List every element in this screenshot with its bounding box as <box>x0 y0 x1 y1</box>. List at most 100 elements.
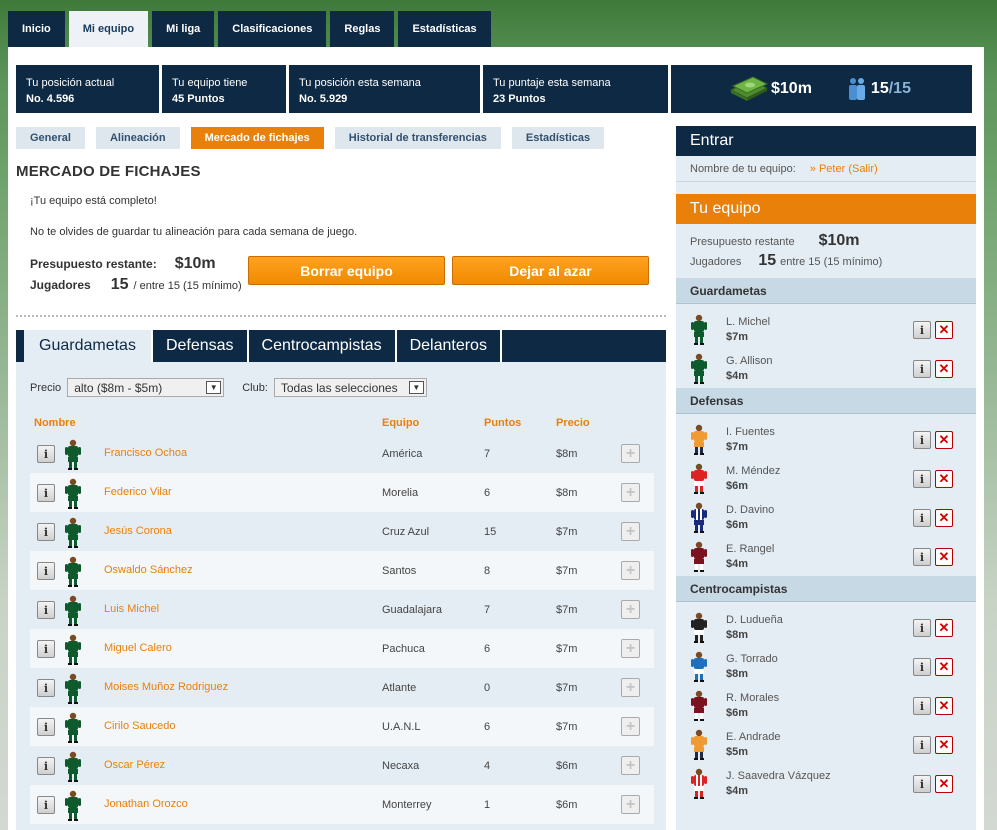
info-icon[interactable]: i <box>37 484 55 502</box>
page-title: MERCADO DE FICHAJES <box>16 163 201 180</box>
add-icon[interactable]: + <box>621 483 640 502</box>
player-name[interactable]: Luis Michel <box>104 603 159 615</box>
subtab-estadisticas[interactable]: Estadísticas <box>511 127 605 149</box>
info-icon[interactable]: i <box>913 548 931 566</box>
tab-defensas[interactable]: Defensas <box>153 330 249 362</box>
player-name[interactable]: Moises Muñoz Rodriguez <box>104 681 228 693</box>
tab-delanteros[interactable]: Delanteros <box>397 330 502 362</box>
nav-tab-reglas[interactable]: Reglas <box>330 11 395 47</box>
tab-guardametas[interactable]: Guardametas <box>24 330 153 362</box>
remove-icon[interactable]: ✕ <box>935 619 953 637</box>
team-players-row: Jugadores 15 entre 15 (15 mínimo) <box>690 252 962 272</box>
info-icon[interactable]: i <box>913 736 931 754</box>
nav-tab-inicio[interactable]: Inicio <box>8 11 65 47</box>
add-icon[interactable]: + <box>621 639 640 658</box>
page-container: Tu posición actual No. 4.596 Tu equipo t… <box>8 47 984 830</box>
info-icon[interactable]: i <box>913 321 931 339</box>
remove-icon[interactable]: ✕ <box>935 431 953 449</box>
info-icon[interactable]: i <box>37 640 55 658</box>
add-icon[interactable]: + <box>621 717 640 736</box>
info-icon[interactable]: i <box>37 562 55 580</box>
player-team: Necaxa <box>382 760 420 772</box>
add-icon[interactable]: + <box>621 561 640 580</box>
info-icon[interactable]: i <box>37 757 55 775</box>
player-name[interactable]: Oscar Pérez <box>104 759 165 771</box>
team-player-price: $8m <box>726 629 749 641</box>
info-icon[interactable]: i <box>37 445 55 463</box>
player-name[interactable]: Jesús Corona <box>104 525 172 537</box>
team-player-row: G. Torrado $8m i ✕ <box>676 647 976 686</box>
player-points: 6 <box>484 643 491 655</box>
nav-tab-clasificaciones[interactable]: Clasificaciones <box>218 11 327 47</box>
remove-icon[interactable]: ✕ <box>935 321 953 339</box>
main-nav: Inicio Mi equipo Mi liga Clasificaciones… <box>8 11 495 47</box>
player-name[interactable]: Oswaldo Sánchez <box>104 564 193 576</box>
team-players-label: Jugadores <box>690 256 742 268</box>
player-kit-icon <box>691 541 707 572</box>
player-name[interactable]: Jonathan Orozco <box>104 798 188 810</box>
nav-tab-mi-equipo[interactable]: Mi equipo <box>68 11 149 47</box>
team-player-name: J. Saavedra Vázquez <box>726 770 831 782</box>
info-icon[interactable]: i <box>37 679 55 697</box>
subtab-general[interactable]: General <box>16 127 85 149</box>
table-row: i Luis Michel Guadalajara 7 $7m + <box>30 590 654 629</box>
player-kit-icon <box>65 712 81 743</box>
player-kit-icon <box>65 790 81 821</box>
info-icon[interactable]: i <box>37 523 55 541</box>
tab-centrocampistas[interactable]: Centrocampistas <box>249 330 397 362</box>
team-player-price: $5m <box>726 746 749 758</box>
nav-tab-mi-liga[interactable]: Mi liga <box>152 11 215 47</box>
subtab-alineacion[interactable]: Alineación <box>95 127 180 149</box>
info-icon[interactable]: i <box>913 697 931 715</box>
remove-icon[interactable]: ✕ <box>935 548 953 566</box>
remove-icon[interactable]: ✕ <box>935 775 953 793</box>
team-player-price: $7m <box>726 331 749 343</box>
add-icon[interactable]: + <box>621 522 640 541</box>
remove-icon[interactable]: ✕ <box>935 509 953 527</box>
player-price: $8m <box>556 487 578 499</box>
player-name[interactable]: Cirilo Saucedo <box>104 720 176 732</box>
info-icon[interactable]: i <box>913 470 931 488</box>
info-icon[interactable]: i <box>37 601 55 619</box>
divider <box>16 315 666 317</box>
info-icon[interactable]: i <box>37 796 55 814</box>
random-team-button[interactable]: Dejar al azar <box>452 256 649 285</box>
players-row: Jugadores 15 / entre 15 (15 mínimo) <box>30 276 242 294</box>
dropdown-arrow-icon: ▼ <box>408 381 424 394</box>
player-name[interactable]: Miguel Calero <box>104 642 172 654</box>
table-row: i Francisco Ochoa América 7 $8m + <box>30 434 654 473</box>
team-player-price: $4m <box>726 785 749 797</box>
stat-label: Tu equipo tiene <box>172 77 248 89</box>
info-icon[interactable]: i <box>913 431 931 449</box>
subtab-mercado[interactable]: Mercado de fichajes <box>190 127 324 149</box>
player-name[interactable]: Francisco Ochoa <box>104 447 187 459</box>
add-icon[interactable]: + <box>621 795 640 814</box>
table-row: i Miguel Calero Pachuca 6 $7m + <box>30 629 654 668</box>
add-icon[interactable]: + <box>621 756 640 775</box>
team-player-price: $6m <box>726 519 749 531</box>
info-icon[interactable]: i <box>913 509 931 527</box>
remove-icon[interactable]: ✕ <box>935 697 953 715</box>
info-icon[interactable]: i <box>913 658 931 676</box>
remove-icon[interactable]: ✕ <box>935 360 953 378</box>
player-kit-icon <box>691 729 707 760</box>
remove-icon[interactable]: ✕ <box>935 736 953 754</box>
club-select[interactable]: Todas las selecciones ▼ <box>273 378 427 397</box>
logout-link[interactable]: » Peter (Salir) <box>810 163 878 175</box>
info-icon[interactable]: i <box>913 360 931 378</box>
info-icon[interactable]: i <box>913 619 931 637</box>
price-select[interactable]: alto ($8m - $5m) ▼ <box>67 378 225 397</box>
remove-icon[interactable]: ✕ <box>935 470 953 488</box>
nav-tab-estadisticas[interactable]: Estadísticas <box>398 11 491 47</box>
remove-icon[interactable]: ✕ <box>935 658 953 676</box>
add-icon[interactable]: + <box>621 444 640 463</box>
info-icon[interactable]: i <box>37 718 55 736</box>
player-price: $8m <box>556 448 578 460</box>
subtab-historial[interactable]: Historial de transferencias <box>334 127 501 149</box>
info-icon[interactable]: i <box>913 775 931 793</box>
team-budget-value: $10m <box>818 232 860 249</box>
add-icon[interactable]: + <box>621 600 640 619</box>
clear-team-button[interactable]: Borrar equipo <box>248 256 445 285</box>
add-icon[interactable]: + <box>621 678 640 697</box>
player-name[interactable]: Federico Vilar <box>104 486 172 498</box>
